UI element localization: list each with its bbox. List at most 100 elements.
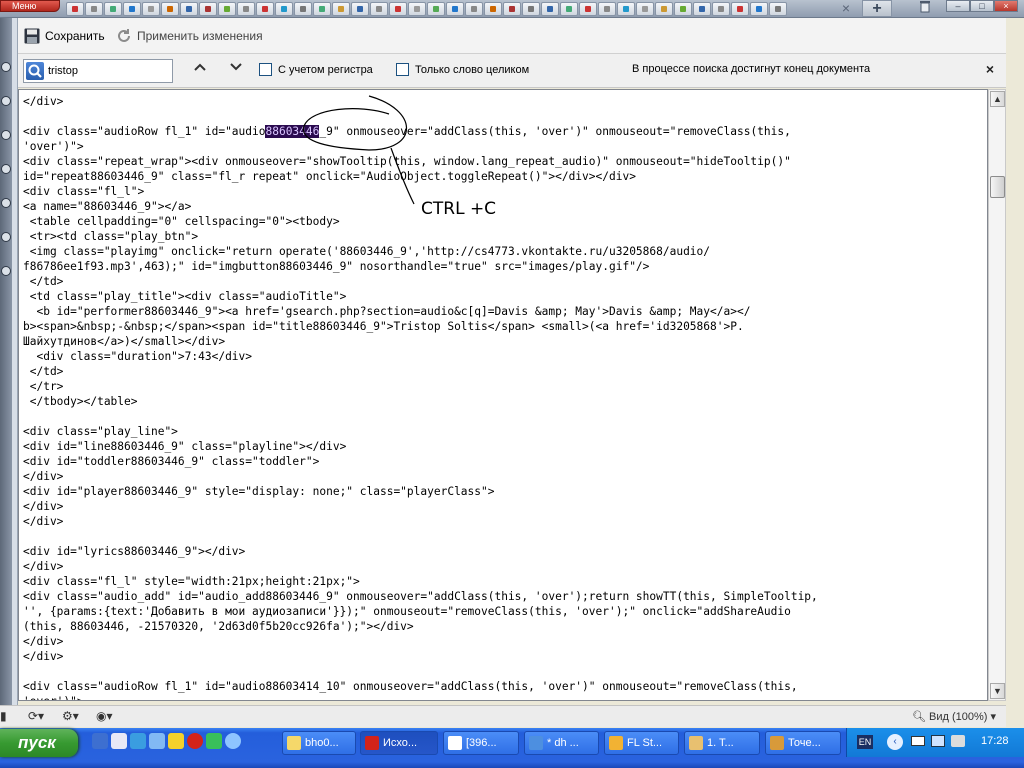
browser-tab[interactable] (370, 2, 388, 16)
browser-tab[interactable] (332, 2, 350, 16)
match-case-box[interactable] (259, 63, 272, 76)
language-indicator[interactable]: EN (857, 735, 873, 749)
browser-tab[interactable] (769, 2, 787, 16)
notes-icon[interactable] (1, 164, 11, 174)
history-icon[interactable] (1, 232, 11, 242)
code-line[interactable]: <img class="playimg" onclick="return ope… (23, 244, 985, 259)
scroll-up-button[interactable]: ▲ (990, 91, 1005, 107)
browser-tab[interactable] (294, 2, 312, 16)
code-line[interactable]: <div class="fl_l" style="width:21px;heig… (23, 574, 985, 589)
settings-icon[interactable] (1, 96, 11, 106)
browser-tab[interactable] (484, 2, 502, 16)
code-line[interactable]: f86786ee1f93.mp3',463);" id="imgbutton88… (23, 259, 985, 274)
browser-tab[interactable] (731, 2, 749, 16)
close-find-bar-icon[interactable]: × (982, 61, 998, 77)
search-input[interactable] (48, 63, 168, 79)
browser-tab[interactable] (503, 2, 521, 16)
code-line[interactable] (23, 409, 985, 424)
code-line[interactable]: </td> (23, 364, 985, 379)
browser-tab[interactable] (256, 2, 274, 16)
menu-button[interactable]: Меню (0, 0, 60, 12)
code-line[interactable] (23, 109, 985, 124)
search-field[interactable] (23, 59, 173, 83)
browser-tab[interactable] (275, 2, 293, 16)
code-line[interactable]: </div> (23, 499, 985, 514)
code-line[interactable]: </div> (23, 559, 985, 574)
browser-tab[interactable] (199, 2, 217, 16)
code-line[interactable]: id="repeat88603446_9" class="fl_r repeat… (23, 169, 985, 184)
code-line[interactable]: <div class="audioRow fl_1" id="audio8860… (23, 679, 985, 694)
code-line[interactable]: <tr><td class="play_btn"> (23, 229, 985, 244)
browser-tab[interactable] (693, 2, 711, 16)
code-line[interactable]: 'over')"> (23, 139, 985, 154)
browser-tab[interactable] (465, 2, 483, 16)
scroll-thumb[interactable] (990, 176, 1005, 198)
code-line[interactable]: <div class="duration">7:43</div> (23, 349, 985, 364)
code-line[interactable]: </tr> (23, 379, 985, 394)
code-line[interactable]: <a name="88603446_9"></a> (23, 199, 985, 214)
match-case-checkbox[interactable]: С учетом регистра (259, 63, 373, 76)
browser-tab[interactable] (123, 2, 141, 16)
code-line[interactable]: </div> (23, 514, 985, 529)
browser-tab[interactable] (161, 2, 179, 16)
code-line[interactable]: b><span>&nbsp;-&nbsp;</span><span id="ti… (23, 319, 985, 334)
browser-tab[interactable] (66, 2, 84, 16)
quick-launch-icon[interactable] (225, 733, 241, 749)
selected-text[interactable]: 88603446 (265, 125, 320, 138)
code-line[interactable] (23, 529, 985, 544)
maximize-button[interactable]: □ (970, 0, 994, 12)
taskbar-button[interactable]: * dh ... (524, 731, 599, 755)
code-line[interactable]: <div class="audioRow fl_1" id="audio8860… (23, 124, 985, 139)
volume-tray-icon[interactable] (951, 735, 965, 747)
code-line[interactable] (23, 664, 985, 679)
add-panel-icon[interactable] (1, 266, 11, 276)
browser-tab[interactable] (446, 2, 464, 16)
browser-tab[interactable] (522, 2, 540, 16)
scroll-down-button[interactable]: ▼ (990, 683, 1005, 699)
window-close-button[interactable]: × (994, 0, 1018, 12)
apply-changes-button[interactable]: Применить изменения (116, 26, 263, 46)
quick-launch-icon[interactable] (111, 733, 127, 749)
code-line[interactable]: </div> (23, 634, 985, 649)
browser-tab[interactable] (427, 2, 445, 16)
browser-tab[interactable] (85, 2, 103, 16)
find-previous-button[interactable] (190, 60, 210, 80)
start-button[interactable]: пуск (0, 729, 78, 757)
browser-tab[interactable] (351, 2, 369, 16)
browser-tab[interactable] (750, 2, 768, 16)
tray-expand-icon[interactable]: ‹ (887, 734, 903, 750)
transfers-icon[interactable] (1, 198, 11, 208)
browser-tab[interactable] (598, 2, 616, 16)
quick-launch-icon[interactable] (92, 733, 108, 749)
browser-tab[interactable] (104, 2, 122, 16)
taskbar-button[interactable]: 1. T... (684, 731, 760, 755)
taskbar-button[interactable]: [396... (443, 731, 519, 755)
code-line[interactable]: </div> (23, 469, 985, 484)
browser-tab[interactable] (655, 2, 673, 16)
browser-tab[interactable] (389, 2, 407, 16)
taskbar-button[interactable]: FL St... (604, 731, 679, 755)
source-editor[interactable]: </div> <div class="audioRow fl_1" id="au… (18, 89, 988, 701)
minimize-button[interactable]: – (946, 0, 970, 12)
browser-tab[interactable] (560, 2, 578, 16)
code-line[interactable]: <td class="play_title"><div class="audio… (23, 289, 985, 304)
browser-tab[interactable] (541, 2, 559, 16)
close-tab-icon[interactable]: × (838, 0, 854, 16)
sync-icon[interactable]: ⟳▾ (28, 709, 44, 725)
code-line[interactable]: <div id="toddler88603446_9" class="toddl… (23, 454, 985, 469)
browser-tab[interactable] (142, 2, 160, 16)
whole-word-box[interactable] (396, 63, 409, 76)
network-tray-icon[interactable] (931, 735, 945, 747)
code-line[interactable]: Шайхутдинов</a>)</small></div> (23, 334, 985, 349)
taskbar-button[interactable]: bho0... (282, 731, 356, 755)
unite-icon[interactable]: ⚙▾ (62, 709, 79, 725)
code-line[interactable]: <div id="player88603446_9" style="displa… (23, 484, 985, 499)
code-line[interactable]: '', {params:{text:'Добавить в мои аудиоз… (23, 604, 985, 619)
browser-tab[interactable] (617, 2, 635, 16)
bookmarks-icon[interactable] (1, 62, 11, 72)
turbo-icon[interactable]: ◉▾ (96, 709, 113, 725)
zoom-control[interactable]: 🔍︎ Вид (100%) ▾ (912, 710, 996, 723)
browser-tab[interactable] (712, 2, 730, 16)
source-code[interactable]: </div> <div class="audioRow fl_1" id="au… (23, 94, 985, 700)
taskbar-button[interactable]: Точе... (765, 731, 841, 755)
